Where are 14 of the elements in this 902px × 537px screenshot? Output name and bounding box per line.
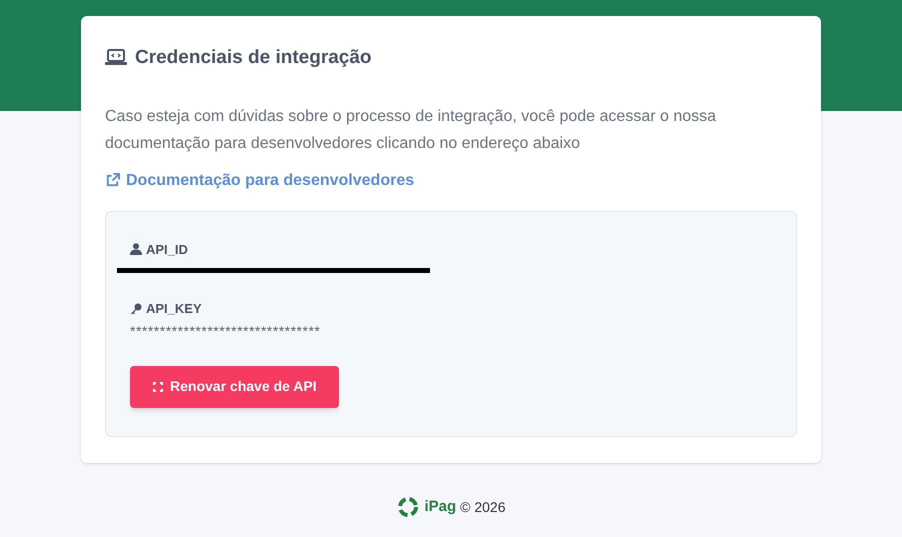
renew-api-key-button[interactable]: Renovar chave de API: [130, 366, 339, 408]
description-text: Caso esteja com dúvidas sobre o processo de integração, você pode acessar o nossa documentação para desenvolvedores clicando no endereço abaixo: [105, 106, 718, 154]
brand-name: iPag: [424, 496, 456, 517]
laptop-icon: [105, 49, 127, 68]
key-icon: [130, 302, 142, 315]
field-label: API_KEY: [146, 300, 202, 318]
field-label: API_ID: [146, 240, 188, 258]
copyright-text: © 2026: [460, 498, 506, 516]
card-title: Credenciais de integração: [135, 46, 372, 70]
refresh-icon: [152, 380, 164, 392]
masked-api-key: ********************************: [130, 320, 772, 342]
documentation-link[interactable]: Documentação para desenvolvedores: [105, 168, 414, 192]
external-link-icon: [105, 173, 120, 188]
user-icon: [130, 243, 142, 256]
